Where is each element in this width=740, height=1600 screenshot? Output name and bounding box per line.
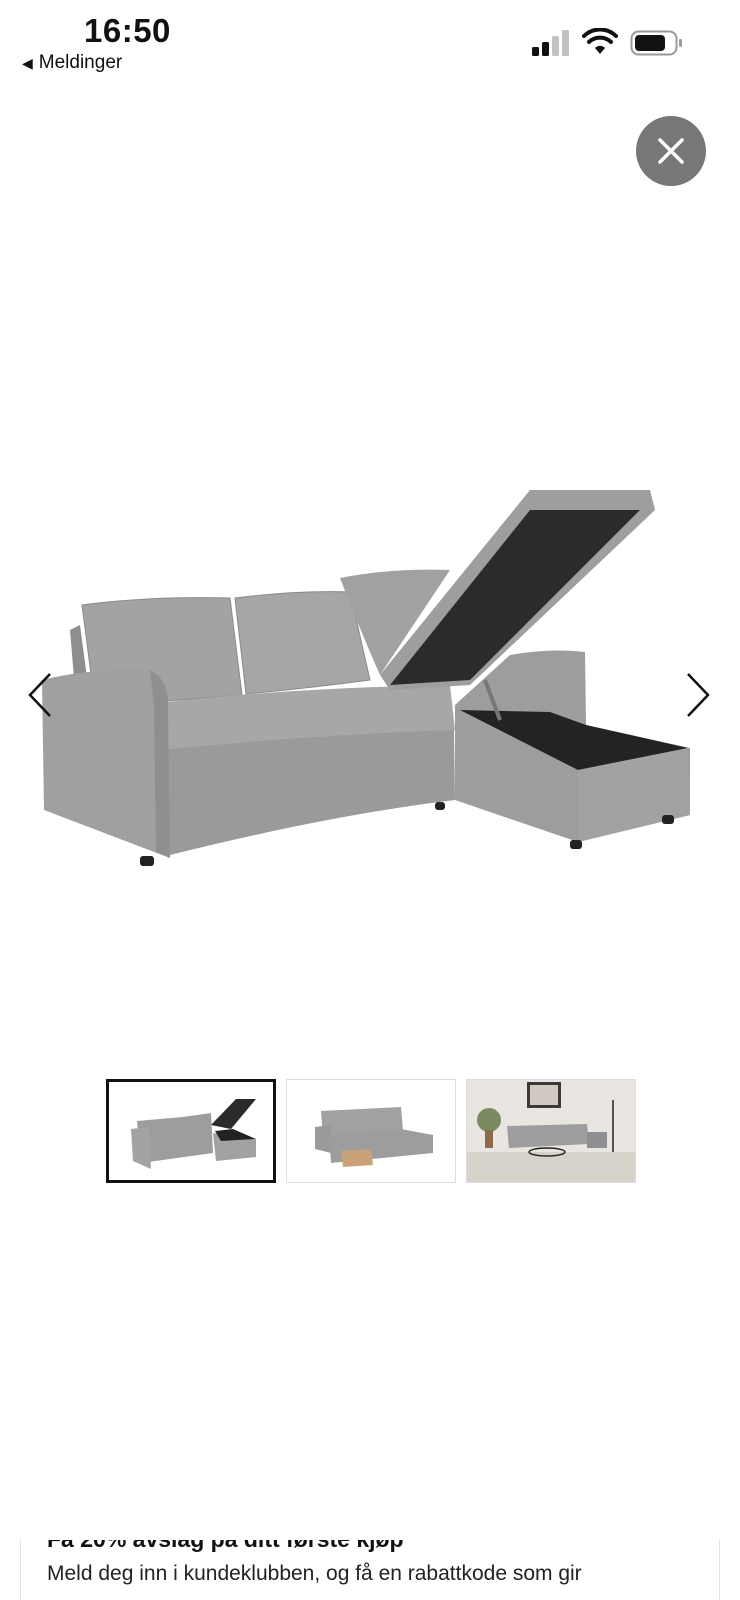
back-triangle-icon: ◀ [22, 54, 33, 71]
chevron-left-icon[interactable] [24, 670, 56, 720]
thumbnail-1[interactable] [106, 1079, 276, 1183]
thumbnail-3[interactable] [466, 1079, 636, 1183]
back-to-app-link[interactable]: ◀ Meldinger [22, 52, 122, 74]
thumbnail-sofa-bed-image [315, 1107, 433, 1167]
close-icon [658, 138, 684, 164]
close-button[interactable] [636, 116, 706, 186]
product-main-image [42, 490, 690, 866]
back-app-label: Meldinger [38, 52, 123, 73]
promo-sheet: Få 20% avslag på ditt første kjøp Meld d… [20, 1540, 720, 1600]
clock: 16:50 [84, 12, 171, 49]
status-bar: 16:50 ◀ Meldinger [0, 0, 740, 90]
thumbnail-2[interactable] [286, 1079, 456, 1183]
battery-icon [630, 30, 682, 56]
wifi-icon [582, 28, 618, 54]
thumbnail-living-room-image [467, 1080, 635, 1182]
promo-heading: Få 20% avslag på ditt første kjøp [47, 1540, 404, 1553]
thumbnail-sofa-storage-image [131, 1099, 256, 1169]
thumbnail-strip [106, 1079, 636, 1183]
promo-text: Meld deg inn i kundeklubben, og få en ra… [47, 1562, 582, 1585]
chevron-right-icon[interactable] [682, 670, 714, 720]
signal-icon [532, 30, 569, 56]
